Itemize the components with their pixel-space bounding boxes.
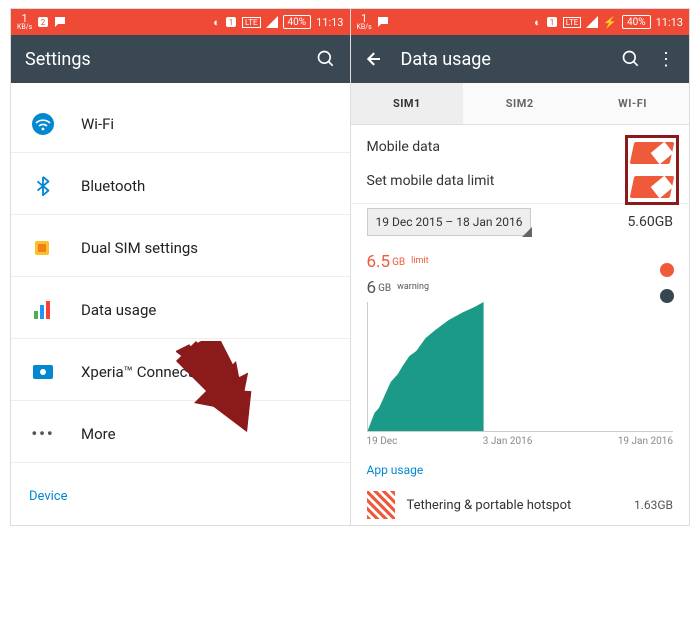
app-usage-header: App usage: [351, 447, 690, 485]
usage-chart: 6.5GB limit 6GB warning 19 Dec 3 Jan 201…: [351, 246, 690, 447]
wifi-icon: [29, 112, 57, 136]
data-usage-icon: [29, 299, 57, 321]
header: Settings: [11, 35, 350, 83]
sim-icon: [29, 238, 57, 258]
sim1-icon: 1: [546, 16, 558, 28]
sim1-icon: 1: [225, 16, 237, 28]
clock: 11:13: [316, 16, 343, 29]
chat-icon: [54, 16, 66, 28]
limit-label: limit: [411, 256, 673, 266]
svg-text:2: 2: [41, 18, 46, 27]
battery-icon: 40%: [283, 15, 312, 29]
settings-screen: 1KB/s 2 ◐ 1 LTE 40% 11:13 Settings Wi-Fi: [11, 9, 351, 525]
more-icon: •••: [29, 424, 57, 443]
warning-value: 6: [367, 278, 377, 298]
tab-sim1[interactable]: SIM1: [351, 83, 464, 124]
mobile-data-toggle[interactable]: [630, 142, 675, 164]
item-label: Bluetooth: [81, 177, 145, 195]
bluetooth-icon: [29, 175, 57, 197]
total-usage: 5.60GB: [627, 214, 673, 230]
row-label: Set mobile data limit: [367, 173, 495, 189]
network-icon: LTE: [563, 17, 582, 28]
item-label: Wi-Fi: [81, 115, 114, 133]
page-title: Settings: [25, 49, 300, 70]
data-usage-screen: 1KB/s ◐ 1 LTE ⚡ 40% 11:13 Data usage ⋮ S…: [351, 9, 690, 525]
toggle-highlight: [625, 135, 679, 205]
area-chart: [367, 302, 674, 432]
svg-text:1: 1: [229, 18, 234, 27]
svg-text:1: 1: [550, 18, 555, 27]
settings-item-data-usage[interactable]: Data usage: [11, 281, 350, 339]
item-label: Xperia™ Connectivity: [81, 363, 219, 381]
signal-icon: [586, 16, 598, 28]
app-row-tethering[interactable]: Tethering & portable hotspot 1.63GB: [351, 485, 690, 525]
item-label: Data usage: [81, 301, 156, 319]
search-icon[interactable]: [316, 49, 336, 69]
item-label: Dual SIM settings: [81, 239, 198, 257]
overflow-icon[interactable]: ⋮: [657, 49, 675, 70]
page-title: Data usage: [401, 49, 606, 70]
item-label: More: [81, 425, 116, 443]
date-range-picker[interactable]: 19 Dec 2015 – 18 Jan 2016: [367, 208, 532, 236]
settings-item-wifi[interactable]: Wi-Fi: [11, 95, 350, 153]
limit-value: 6.5: [367, 252, 391, 272]
speed-icon: 1KB/s: [357, 13, 372, 31]
chat-icon: [377, 16, 389, 28]
speed-icon: 1KB/s: [17, 13, 32, 31]
tabs: SIM1 SIM2 WI-FI: [351, 83, 690, 125]
row-label: Mobile data: [367, 139, 440, 155]
clock: 11:13: [656, 16, 683, 29]
xperia-icon: [29, 364, 57, 380]
data-icon: ◐: [213, 16, 220, 29]
warning-label: warning: [397, 282, 673, 292]
charging-icon: ⚡: [603, 16, 617, 29]
data-limit-toggle[interactable]: [630, 176, 675, 198]
settings-item-xperia[interactable]: Xperia™ Connectivity: [11, 343, 350, 401]
status-bar: 1KB/s ◐ 1 LTE ⚡ 40% 11:13: [351, 9, 690, 35]
status-bar: 1KB/s 2 ◐ 1 LTE 40% 11:13: [11, 9, 350, 35]
x-axis: 19 Dec 3 Jan 2016 19 Jan 2016: [367, 432, 674, 447]
settings-item-bluetooth[interactable]: Bluetooth: [11, 157, 350, 215]
app-name: Tethering & portable hotspot: [407, 498, 572, 513]
header: Data usage ⋮: [351, 35, 690, 83]
battery-icon: 40%: [622, 15, 651, 29]
back-icon[interactable]: [365, 49, 385, 69]
signal-icon: [266, 16, 278, 28]
network-icon: LTE: [242, 17, 261, 28]
tethering-icon: [367, 491, 395, 519]
search-icon[interactable]: [621, 49, 641, 69]
tab-wifi[interactable]: WI-FI: [576, 83, 689, 124]
sim2-icon: 2: [37, 16, 49, 28]
tab-sim2[interactable]: SIM2: [463, 83, 576, 124]
app-size: 1.63GB: [634, 498, 673, 512]
settings-item-more[interactable]: ••• More: [11, 405, 350, 463]
settings-item-dual-sim[interactable]: Dual SIM settings: [11, 219, 350, 277]
data-icon: ◐: [534, 16, 541, 29]
section-device: Device: [11, 475, 350, 510]
